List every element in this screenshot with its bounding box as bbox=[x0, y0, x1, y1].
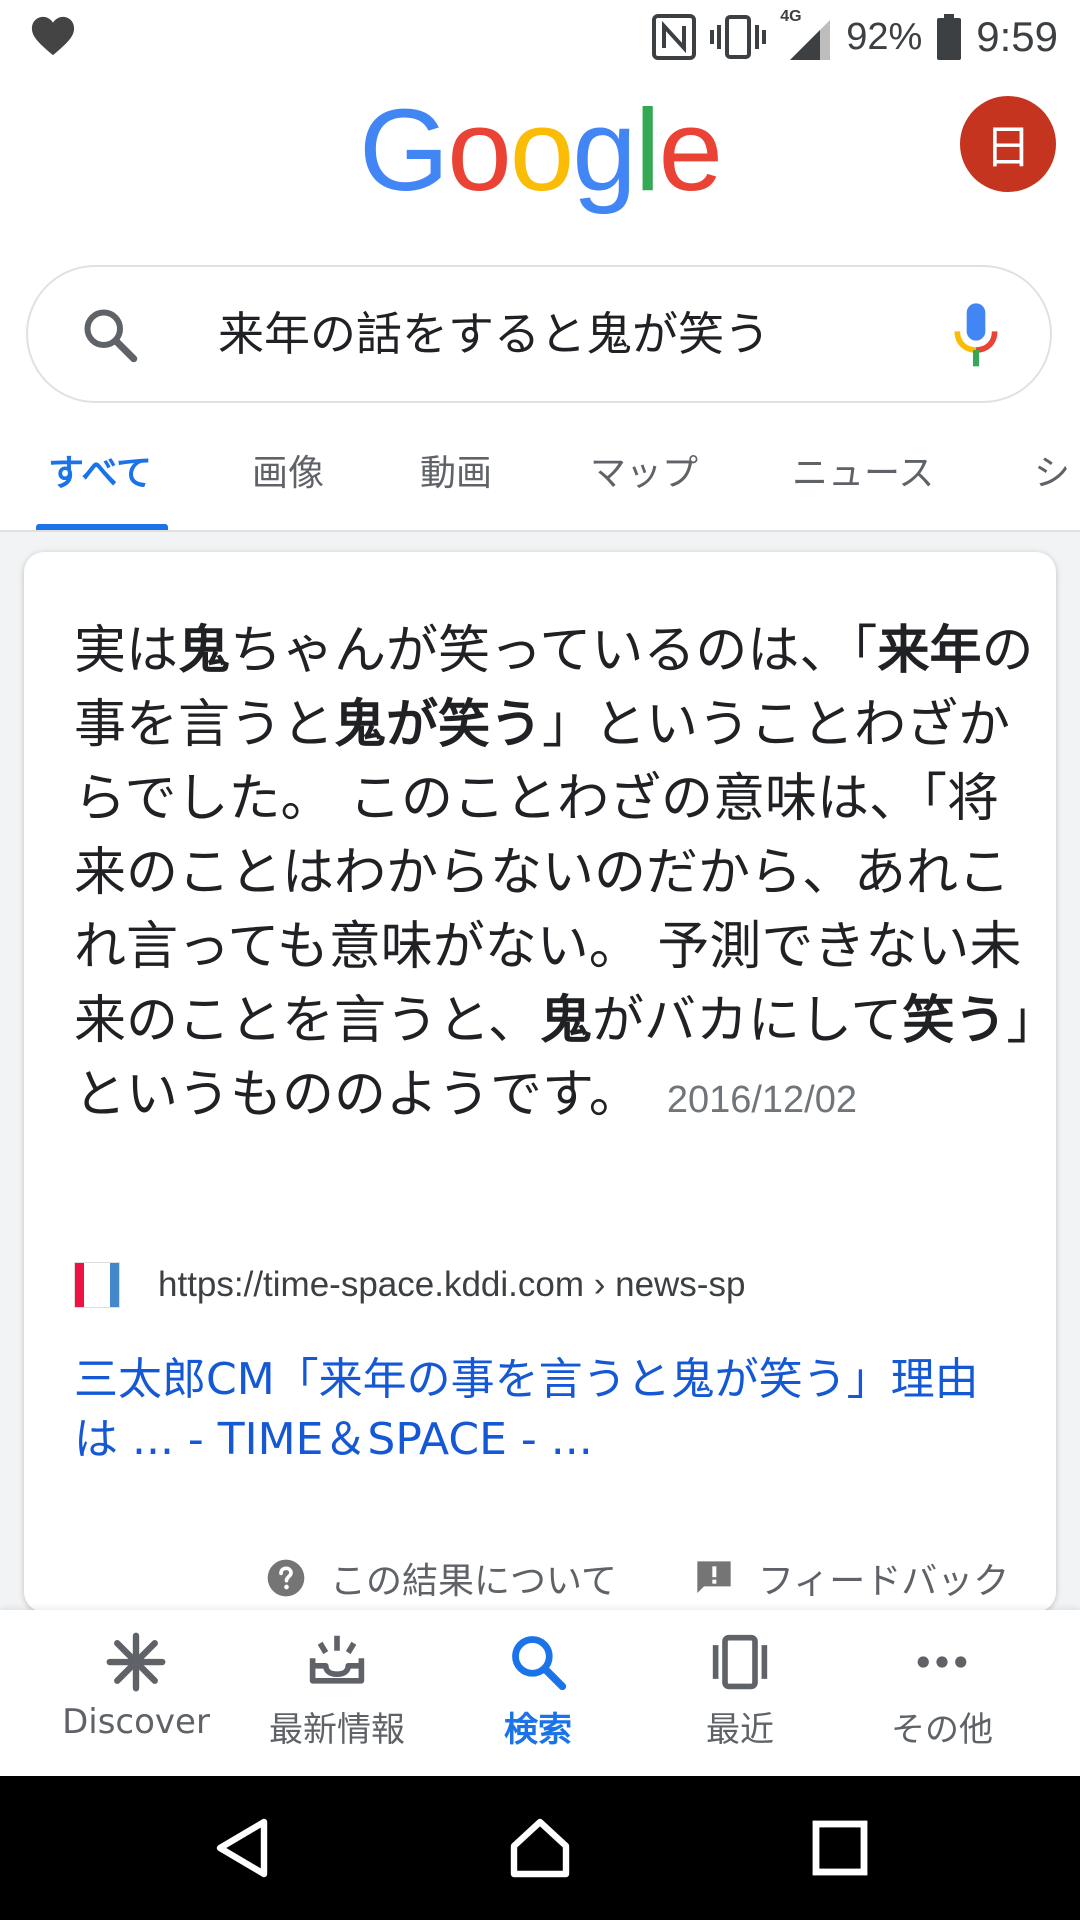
recent-cards-icon bbox=[712, 1634, 768, 1690]
snippet-segment: がバカにして bbox=[591, 991, 903, 1051]
nav-more[interactable]: その他 bbox=[842, 1632, 1042, 1751]
snippet-segment-bold: 鬼 bbox=[178, 621, 231, 681]
logo-letter: e bbox=[658, 85, 724, 215]
tab-all[interactable]: すべて bbox=[48, 444, 152, 496]
search-icon bbox=[512, 1636, 567, 1691]
result-source[interactable]: https://time-space.kddi.com › news-sp bbox=[74, 1257, 745, 1313]
overview-square-icon[interactable] bbox=[808, 1816, 872, 1880]
microphone-icon[interactable] bbox=[948, 301, 1004, 371]
more-dots-icon bbox=[917, 1656, 967, 1668]
help-circle-icon bbox=[267, 1559, 305, 1597]
snippet-segment-bold: 鬼が笑う bbox=[334, 695, 543, 755]
snippet-segment: ちゃんが笑っているのは、「 bbox=[230, 621, 878, 681]
tab-maps[interactable]: マップ bbox=[590, 444, 698, 496]
battery-percent: 92% bbox=[846, 15, 923, 58]
updates-tray-icon bbox=[309, 1635, 365, 1684]
logo-letter: l bbox=[634, 85, 661, 215]
status-bar: 4G 92% 9:59 bbox=[0, 0, 1080, 72]
tab-news[interactable]: ニュース bbox=[792, 444, 934, 496]
logo-letter: g bbox=[572, 85, 637, 215]
logo-letter: o bbox=[509, 85, 575, 215]
featured-snippet-card: 実は鬼ちゃんが笑っているのは、「来年の事を言うと鬼が笑う」ということわざからでし… bbox=[24, 552, 1056, 1612]
result-title-link[interactable]: 三太郎CM「来年の事を言うと鬼が笑う」理由は ... - TIME＆SPACE … bbox=[74, 1350, 1014, 1470]
nav-label: 最近 bbox=[706, 1710, 774, 1750]
vibrate-icon bbox=[710, 15, 767, 59]
system-navigation-bar bbox=[0, 1776, 1080, 1920]
tab-more[interactable]: シ bbox=[1034, 444, 1070, 496]
search-box[interactable]: 来年の話をすると鬼が笑う bbox=[26, 265, 1052, 403]
discover-asterisk-icon bbox=[106, 1632, 166, 1692]
search-tabs: すべて 画像 動画 マップ ニュース シ bbox=[0, 438, 1080, 532]
snippet-segment: 実は bbox=[74, 621, 179, 681]
feedback-icon bbox=[697, 1561, 731, 1593]
source-url[interactable]: https://time-space.kddi.com › news-sp bbox=[158, 1265, 745, 1305]
nav-discover[interactable]: Discover bbox=[36, 1632, 236, 1742]
logo-letter: G bbox=[358, 85, 449, 215]
nfc-icon bbox=[652, 14, 697, 60]
snippet-segment-bold: 鬼 bbox=[539, 991, 592, 1051]
signal-icon: 4G bbox=[780, 8, 832, 62]
tab-videos[interactable]: 動画 bbox=[420, 444, 492, 496]
battery-icon bbox=[937, 14, 962, 60]
back-triangle-icon[interactable] bbox=[210, 1816, 274, 1880]
logo-letter: o bbox=[447, 85, 512, 215]
google-logo: Google bbox=[0, 92, 1080, 208]
tab-images[interactable]: 画像 bbox=[252, 444, 324, 496]
site-favicon-icon bbox=[74, 1262, 120, 1308]
heart-icon bbox=[31, 16, 75, 56]
snippet-segment-bold: 笑う bbox=[902, 991, 1007, 1051]
feedback-label: フィードバック bbox=[758, 1561, 1010, 1602]
nav-updates[interactable]: 最新情報 bbox=[237, 1632, 437, 1751]
card-footer: この結果について フィードバック bbox=[24, 1552, 1056, 1612]
about-result-label: この結果について bbox=[330, 1561, 617, 1602]
nav-recent[interactable]: 最近 bbox=[640, 1632, 840, 1751]
home-icon[interactable] bbox=[508, 1816, 572, 1880]
feedback-button[interactable]: フィードバック bbox=[694, 1552, 1009, 1604]
nav-label: Discover bbox=[62, 1702, 210, 1742]
account-avatar[interactable]: 日 bbox=[960, 96, 1056, 192]
snippet-date: 2016/12/02 bbox=[666, 1079, 857, 1121]
nav-search[interactable]: 検索 bbox=[438, 1632, 638, 1751]
active-tab-indicator bbox=[36, 524, 168, 530]
clock: 9:59 bbox=[976, 13, 1058, 60]
search-input[interactable]: 来年の話をすると鬼が笑う bbox=[218, 301, 770, 367]
nav-label: 最新情報 bbox=[269, 1710, 405, 1750]
search-icon[interactable] bbox=[80, 305, 140, 365]
snippet-segment-bold: 来年 bbox=[877, 621, 982, 681]
snippet-text: 実は鬼ちゃんが笑っているのは、「来年の事を言うと鬼が笑う」ということわざからでし… bbox=[74, 614, 1034, 1137]
nav-label: 検索 bbox=[504, 1710, 572, 1750]
about-result-button[interactable]: この結果について bbox=[266, 1552, 617, 1604]
bottom-navigation: Discover 最新情報 検索 最近 その他 bbox=[0, 1610, 1080, 1776]
nav-label: その他 bbox=[891, 1710, 993, 1750]
